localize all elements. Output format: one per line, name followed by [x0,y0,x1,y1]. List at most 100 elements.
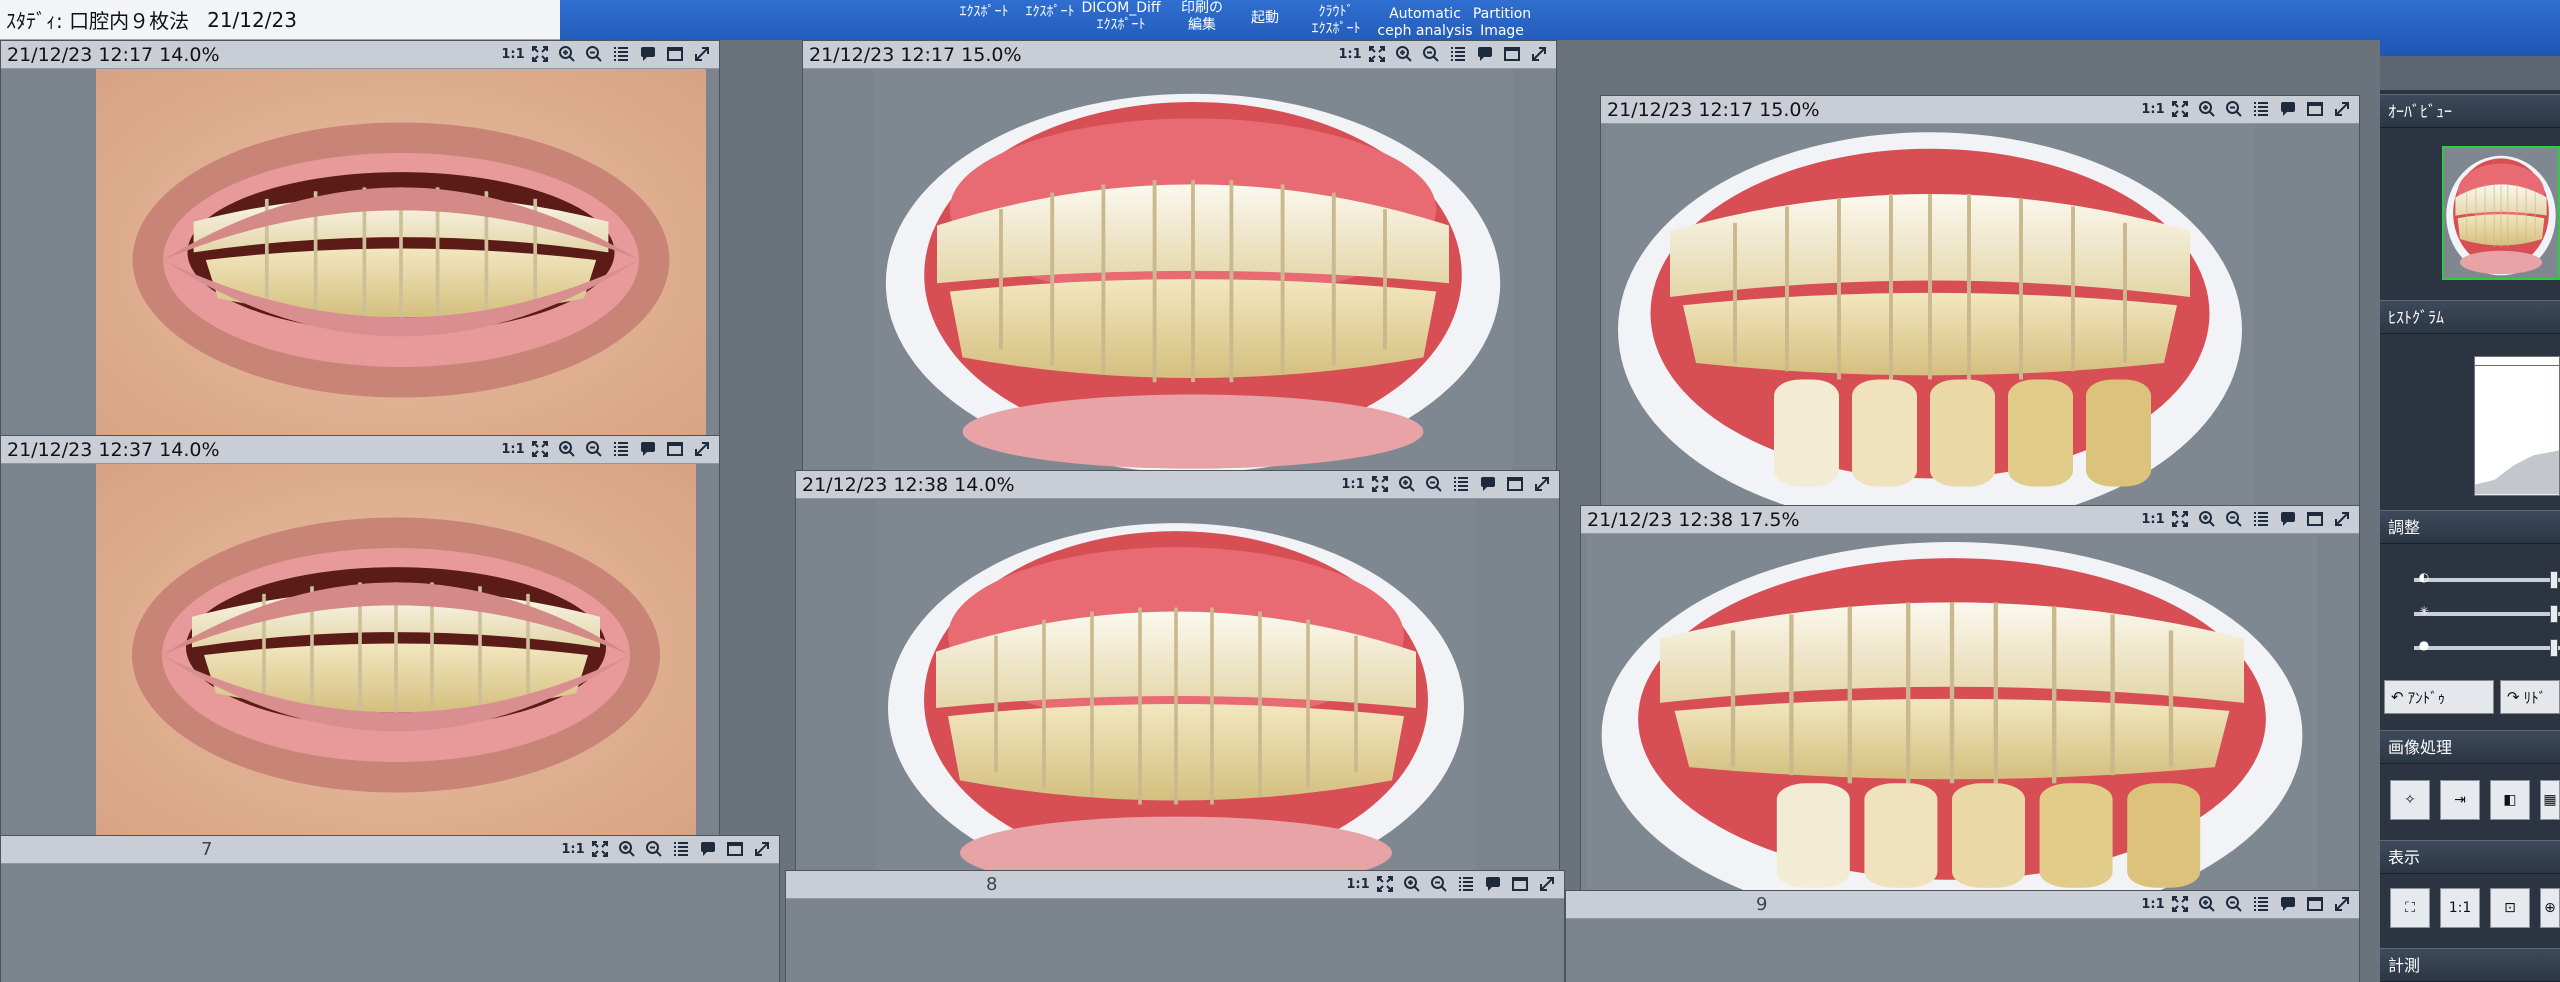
actual-size-icon[interactable]: 1:1 [2141,510,2164,528]
image-panel-8[interactable]: 8 1:1 [785,870,1565,982]
zoom-out-icon[interactable] [1422,45,1440,63]
window-icon[interactable] [1503,45,1521,63]
actual-size-icon[interactable]: 1:1 [1338,45,1361,63]
zoom-in-icon[interactable] [1403,875,1421,893]
zoom-out-icon[interactable] [2225,100,2243,118]
undo-button[interactable]: ↶ ｱﾝﾄﾞｩ [2384,680,2494,714]
actual-size-icon[interactable]: 1:1 [501,45,524,63]
comment-icon[interactable] [2279,895,2297,913]
list-icon[interactable] [2252,100,2270,118]
image-panel-5[interactable]: 21/12/23 12:38 14.0% 1:1 [795,470,1560,900]
image-panel-6[interactable]: 21/12/23 12:38 17.5% 1:1 [1580,505,2360,935]
fit-screen-icon[interactable] [2171,510,2189,528]
fit-screen-icon[interactable] [531,440,549,458]
zoom-in-icon[interactable] [1395,45,1413,63]
zoom-button[interactable]: ⊕ [2540,888,2560,928]
image-panel-9[interactable]: 9 1:1 [1565,890,2360,982]
list-icon[interactable] [2252,510,2270,528]
list-icon[interactable] [612,440,630,458]
fit-screen-icon[interactable] [2171,100,2189,118]
image-panel-1[interactable]: 21/12/23 12:17 14.0% 1:1 [0,40,720,450]
redo-button[interactable]: ↷ ﾘﾄﾞ [2500,680,2560,714]
zoom-in-icon[interactable] [1398,475,1416,493]
list-icon[interactable] [1457,875,1475,893]
slider-knob[interactable] [2550,639,2558,657]
automatic-ceph-analysis-button[interactable]: Automatic ceph analysis [1366,6,1484,40]
fit-screen-icon[interactable] [531,45,549,63]
expand-icon[interactable] [1533,475,1551,493]
brightness-slider[interactable]: ◐ [2414,570,2560,589]
zoom-out-icon[interactable] [585,45,603,63]
zoom-in-icon[interactable] [2198,510,2216,528]
actual-size-icon[interactable]: 1:1 [2141,895,2164,913]
fit-screen-icon[interactable] [1368,45,1386,63]
cloud-export-button[interactable]: ｸﾗｳﾄﾞ ｴｸｽﾎﾟｰﾄ [1296,4,1376,38]
comment-icon[interactable] [1484,875,1502,893]
image-panel-2[interactable]: 21/12/23 12:17 15.0% 1:1 [802,40,1557,480]
comment-icon[interactable] [1476,45,1494,63]
comment-icon[interactable] [2279,510,2297,528]
expand-icon[interactable] [693,45,711,63]
sharpen-tool-button[interactable]: ✧ [2390,780,2430,820]
overview-thumbnail[interactable] [2442,146,2560,280]
window-icon[interactable] [666,45,684,63]
image-panel-4[interactable]: 21/12/23 12:37 14.0% 1:1 [0,435,720,845]
slider-knob[interactable] [2550,571,2558,589]
expand-icon[interactable] [2333,510,2351,528]
window-icon[interactable] [2306,100,2324,118]
list-icon[interactable] [2252,895,2270,913]
zoom-in-icon[interactable] [2198,895,2216,913]
expand-icon[interactable] [693,440,711,458]
window-icon[interactable] [2306,895,2324,913]
zoom-out-icon[interactable] [2225,510,2243,528]
fit-screen-icon[interactable] [591,840,609,858]
zoom-out-icon[interactable] [645,840,663,858]
comment-icon[interactable] [639,440,657,458]
partition-image-button[interactable]: Partition Image [1468,6,1536,40]
window-icon[interactable] [2306,510,2324,528]
comment-icon[interactable] [699,840,717,858]
comment-icon[interactable] [639,45,657,63]
actual-size-icon[interactable]: 1:1 [2141,100,2164,118]
comment-icon[interactable] [1479,475,1497,493]
print-edit-button[interactable]: 印刷の 編集 [1172,0,1232,34]
slider-knob[interactable] [2550,605,2558,623]
color-tool-button[interactable]: ◧ [2490,780,2530,820]
window-icon[interactable] [1511,875,1529,893]
expand-icon[interactable] [1530,45,1548,63]
dicom-diff-export-button[interactable]: DICOM_Diff ｴｸｽﾎﾟｰﾄ [1076,0,1166,34]
window-icon[interactable] [726,840,744,858]
window-icon[interactable] [1506,475,1524,493]
grid-tool-button[interactable]: ▦ [2540,780,2560,820]
zoom-in-icon[interactable] [558,45,576,63]
zoom-out-icon[interactable] [585,440,603,458]
expand-icon[interactable] [1538,875,1556,893]
list-icon[interactable] [612,45,630,63]
zoom-in-icon[interactable] [558,440,576,458]
fit-screen-icon[interactable] [1371,475,1389,493]
zoom-in-icon[interactable] [618,840,636,858]
fit-view-button[interactable]: ⛶ [2390,888,2430,928]
list-icon[interactable] [1452,475,1470,493]
actual-size-icon[interactable]: 1:1 [1346,875,1369,893]
actual-size-button[interactable]: 1:1 [2440,888,2480,928]
zoom-area-button[interactable]: ⊡ [2490,888,2530,928]
histogram-graph[interactable] [2474,356,2560,496]
image-panel-3[interactable]: 21/12/23 12:17 15.0% 1:1 [1600,95,2360,535]
actual-size-icon[interactable]: 1:1 [561,840,584,858]
actual-size-icon[interactable]: 1:1 [501,440,524,458]
zoom-out-icon[interactable] [2225,895,2243,913]
expand-icon[interactable] [753,840,771,858]
window-icon[interactable] [666,440,684,458]
zoom-out-icon[interactable] [1430,875,1448,893]
list-icon[interactable] [1449,45,1467,63]
image-panel-7[interactable]: 7 1:1 [0,835,780,982]
zoom-in-icon[interactable] [2198,100,2216,118]
launch-button[interactable]: 起動 [1242,10,1288,27]
fit-screen-icon[interactable] [2171,895,2189,913]
comment-icon[interactable] [2279,100,2297,118]
contrast-slider[interactable]: ✳ [2414,604,2560,623]
gamma-slider[interactable]: ● [2414,638,2560,657]
fit-screen-icon[interactable] [1376,875,1394,893]
transform-tool-button[interactable]: ⇥ [2440,780,2480,820]
